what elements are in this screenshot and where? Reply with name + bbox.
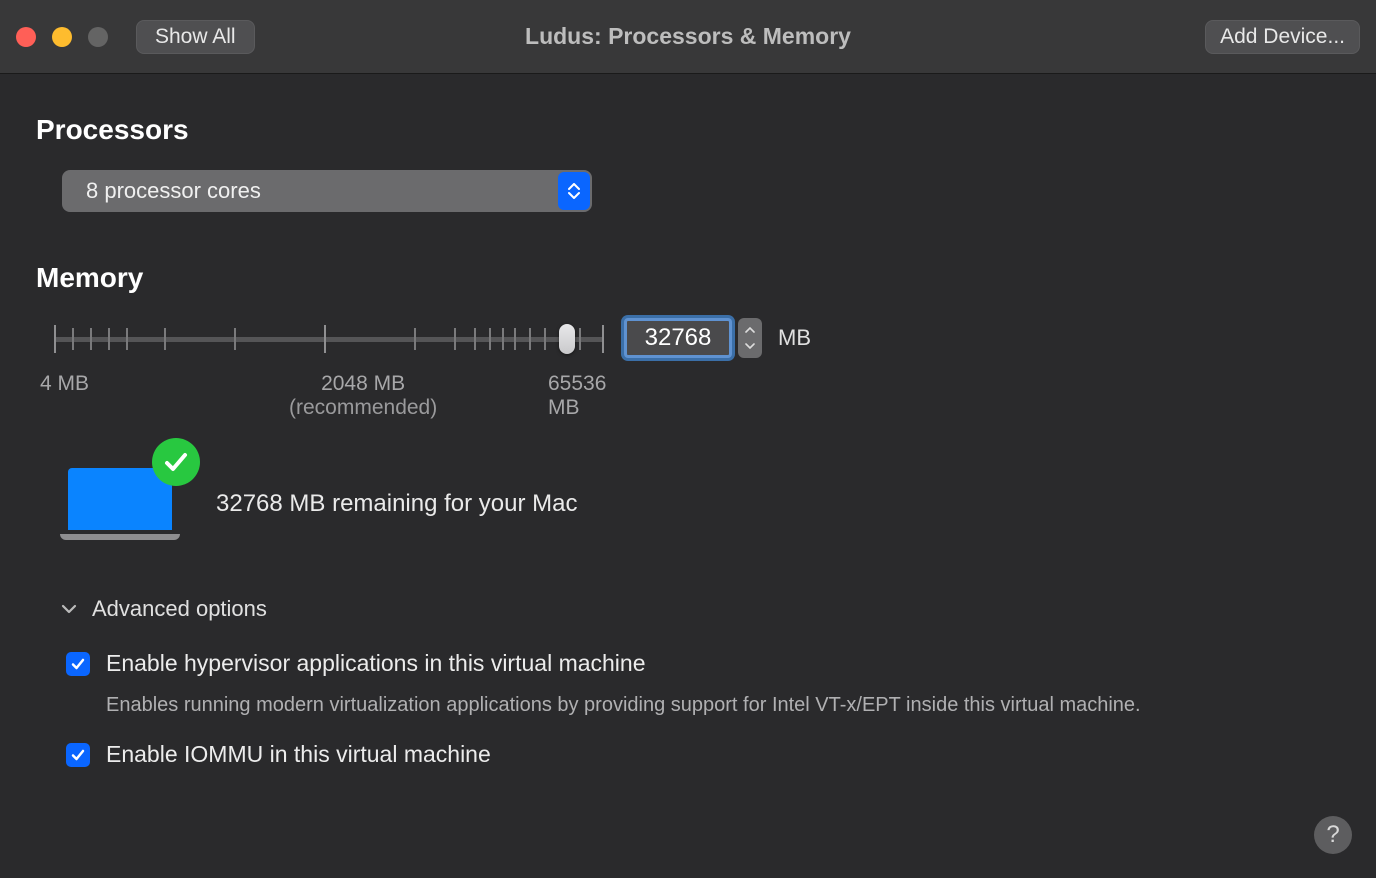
check-icon [70, 656, 86, 672]
help-button[interactable]: ? [1314, 816, 1352, 854]
window-title: Ludus: Processors & Memory [525, 23, 851, 50]
add-device-button[interactable]: Add Device... [1205, 20, 1360, 54]
advanced-options-label: Advanced options [92, 596, 267, 622]
processors-heading: Processors [36, 114, 1340, 146]
content: Processors 8 processor cores Memory [0, 74, 1376, 808]
hypervisor-label: Enable hypervisor applications in this v… [106, 650, 646, 677]
memory-max-label: 65536 MB [548, 372, 606, 420]
check-icon [70, 747, 86, 763]
checkmark-icon [152, 438, 200, 486]
processor-cores-value: 8 processor cores [62, 178, 261, 204]
traffic-lights [16, 27, 108, 47]
memory-slider[interactable] [54, 318, 604, 358]
hypervisor-description: Enables running modern virtualization ap… [106, 691, 1186, 719]
iommu-label: Enable IOMMU in this virtual machine [106, 741, 491, 768]
processor-cores-dropdown[interactable]: 8 processor cores [62, 170, 592, 212]
iommu-option: Enable IOMMU in this virtual machine [66, 741, 1340, 768]
show-all-button[interactable]: Show All [136, 20, 255, 54]
hypervisor-checkbox[interactable] [66, 652, 90, 676]
memory-unit-label: MB [778, 325, 811, 351]
stepper-up-icon [745, 327, 755, 334]
chevron-down-icon [60, 600, 78, 618]
zoom-window-button[interactable] [88, 27, 108, 47]
minimize-window-button[interactable] [52, 27, 72, 47]
memory-stepper[interactable] [738, 318, 762, 358]
dropdown-arrows-icon [558, 172, 590, 210]
memory-remaining-row: 32768 MB remaining for your Mac [60, 468, 1340, 540]
memory-heading: Memory [36, 262, 1340, 294]
memory-section: Memory [36, 262, 1340, 768]
memory-input-group: MB [624, 318, 811, 358]
iommu-checkbox[interactable] [66, 743, 90, 767]
close-window-button[interactable] [16, 27, 36, 47]
stepper-down-icon [745, 342, 755, 349]
memory-recommended-label: 2048 MB (recommended) [289, 372, 437, 420]
hypervisor-option: Enable hypervisor applications in this v… [66, 650, 1340, 677]
advanced-options-toggle[interactable]: Advanced options [60, 596, 1340, 622]
titlebar: Show All Ludus: Processors & Memory Add … [0, 0, 1376, 74]
memory-value-input[interactable] [624, 318, 732, 358]
memory-min-label: 4 MB [40, 372, 89, 396]
memory-slider-row: MB [54, 318, 1340, 358]
memory-slider-thumb[interactable] [559, 324, 575, 354]
memory-remaining-text: 32768 MB remaining for your Mac [216, 490, 578, 518]
mac-icon [60, 468, 180, 540]
